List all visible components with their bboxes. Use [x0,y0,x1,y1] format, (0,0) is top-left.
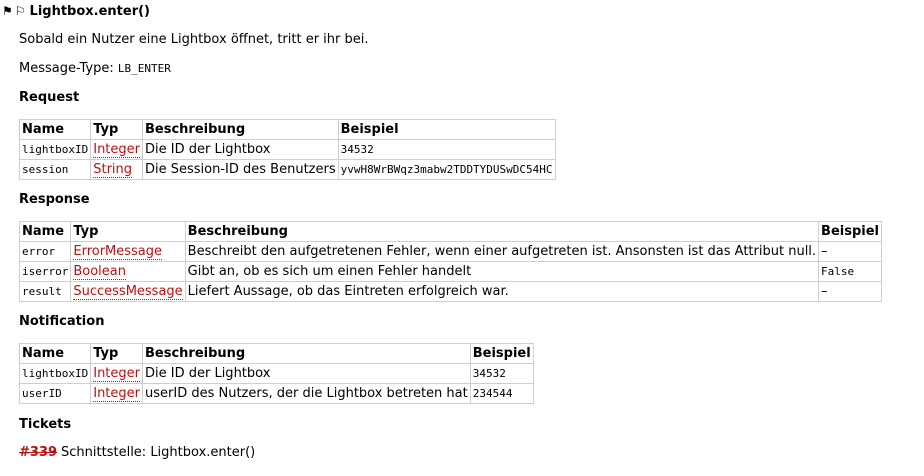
param-example: False [818,261,883,282]
column-header: Beschreibung [142,119,339,140]
column-header: Typ [90,119,143,140]
ticket-title: Schnittstelle: Lightbox.enter() [61,445,256,460]
param-description: Die ID der Lightbox [142,363,471,384]
column-header: Beispiel [469,343,534,364]
notification-heading: Notification [19,314,105,329]
notification-table: Name Typ Beschreibung Beispiel lightboxI… [18,343,534,404]
column-header: Beschreibung [142,343,471,364]
param-type-link[interactable]: Integer [90,363,143,384]
param-description: Gibt an, ob es sich um einen Fehler hand… [184,261,820,282]
param-name: iserror [18,261,72,282]
page-title: Lightbox.enter() [29,3,151,19]
ticket-link[interactable]: #339 [19,445,57,460]
param-example: – [818,241,883,262]
table-row: iserror Boolean Gibt an, ob es sich um e… [18,261,883,282]
message-type-label: Message-Type: [19,61,114,76]
description: Sobald ein Nutzer eine Lightbox öffnet, … [19,32,369,47]
param-name: session [18,159,92,180]
column-header: Name [18,343,92,364]
param-example: 234544 [469,383,534,404]
response-table: Name Typ Beschreibung Beispiel error Err… [18,221,883,302]
param-description: Liefert Aussage, ob das Eintreten erfolg… [184,281,820,302]
table-row: lightboxID Integer Die ID der Lightbox 3… [18,139,556,160]
param-name: lightboxID [18,139,92,160]
column-header: Name [18,221,72,242]
table-header-row: Name Typ Beschreibung Beispiel [18,221,883,242]
column-header: Beispiel [337,119,556,140]
table-row: userID Integer userID des Nutzers, der d… [18,383,534,404]
param-type-link[interactable]: String [90,159,143,180]
table-row: result SuccessMessage Liefert Aussage, o… [18,281,883,302]
param-name: result [18,281,72,302]
param-example: 34532 [337,139,556,160]
column-header: Name [18,119,92,140]
message-type: Message-Type: LB_ENTER [19,61,171,76]
param-description: userID des Nutzers, der die Lightbox bet… [142,383,471,404]
param-name: lightboxID [18,363,92,384]
param-example: – [818,281,883,302]
column-header: Typ [90,343,143,364]
param-description: Die ID der Lightbox [142,139,339,160]
message-type-value: LB_ENTER [117,62,171,75]
table-header-row: Name Typ Beschreibung Beispiel [18,343,534,364]
ticket-item: #339 Schnittstelle: Lightbox.enter() [19,445,255,460]
flag-filled-icon[interactable]: ⚑ [2,5,13,17]
title-row: ⚑ ⚐ Lightbox.enter() [2,2,150,20]
column-header: Beispiel [818,221,883,242]
column-header: Beschreibung [184,221,820,242]
param-example: yvwH8WrBWqz3mabw2TDDTYDUSwDC54HC [337,159,556,180]
param-name: error [18,241,72,262]
param-type-link[interactable]: Integer [90,383,143,404]
column-header: Typ [70,221,186,242]
table-row: error ErrorMessage Beschreibt den aufget… [18,241,883,262]
param-name: userID [18,383,92,404]
param-description: Beschreibt den aufgetretenen Fehler, wen… [184,241,820,262]
param-type-link[interactable]: Boolean [70,261,186,282]
request-heading: Request [19,90,80,105]
param-type-link[interactable]: Integer [90,139,143,160]
param-description: Die Session-ID des Benutzers [142,159,339,180]
table-row: session String Die Session-ID des Benutz… [18,159,556,180]
param-type-link[interactable]: SuccessMessage [70,281,186,302]
request-table: Name Typ Beschreibung Beispiel lightboxI… [18,119,556,180]
table-header-row: Name Typ Beschreibung Beispiel [18,119,556,140]
table-row: lightboxID Integer Die ID der Lightbox 3… [18,363,534,384]
response-heading: Response [19,192,90,207]
param-type-link[interactable]: ErrorMessage [70,241,186,262]
tickets-heading: Tickets [19,417,72,432]
param-example: 34532 [469,363,534,384]
flag-outline-icon[interactable]: ⚐ [15,5,26,17]
